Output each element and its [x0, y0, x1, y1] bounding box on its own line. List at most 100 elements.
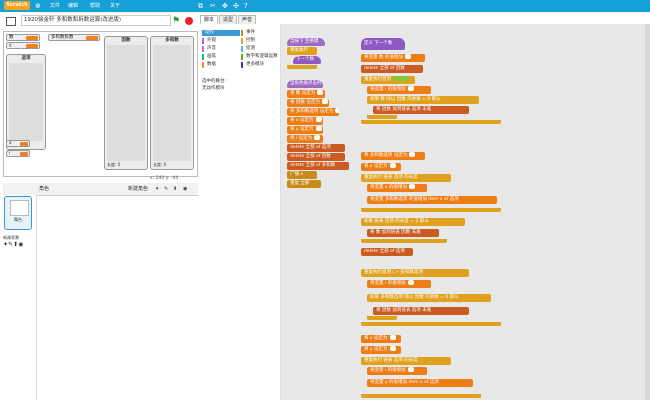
- category-pen[interactable]: 画笔: [202, 54, 240, 60]
- list-title: 选项: [21, 56, 31, 61]
- upload-sprite-icon[interactable]: ⬆: [173, 183, 177, 195]
- forever-block[interactable]: 重复执行: [287, 47, 317, 55]
- category-sensing[interactable]: 侦测: [241, 46, 279, 52]
- category-looks[interactable]: 外观: [202, 38, 240, 44]
- stage-thumbnail[interactable]: 舞台: [4, 196, 32, 230]
- if-block[interactable]: 如果 链表 选项 的长度 = 2 那么: [361, 218, 465, 226]
- monitor-multi: 多和数拆数: [48, 34, 100, 41]
- fullscreen-icon[interactable]: [6, 17, 16, 26]
- scrollbar[interactable]: [645, 24, 650, 400]
- category-more[interactable]: 更多模块: [241, 62, 279, 68]
- palette-note: 无动作模块: [202, 86, 225, 91]
- repeat-until-block[interactable]: 重复执行直到: [361, 76, 415, 84]
- monitor-label: 多和数拆数: [51, 35, 74, 40]
- block-text: 将 y 设定为: [290, 127, 314, 132]
- block-text: 将 多和数选项 设定为: [290, 109, 334, 114]
- set-block[interactable]: 将 y 设定为: [287, 126, 323, 134]
- set-block[interactable]: 将 x 设定为: [287, 117, 323, 125]
- delete-list-block[interactable]: delete 全部 of 选项: [361, 248, 413, 256]
- set-block[interactable]: 将 x 设定为: [361, 163, 401, 171]
- set-block[interactable]: 将 i 设定为: [287, 135, 323, 143]
- globe-icon[interactable]: ⊕: [35, 0, 41, 12]
- set-block[interactable]: 将 多和数选项 设定为: [287, 108, 339, 116]
- list-monitor-factors: 因数 长度: 0: [104, 36, 148, 170]
- paint-sprite-icon[interactable]: ✎: [164, 183, 168, 195]
- stage[interactable]: 数 多和数拆数 y 选项 长度: 0 因数 长度: 0 多和数 长度: 0 x …: [3, 31, 198, 177]
- monitor-x: x: [6, 140, 30, 147]
- project-title-input[interactable]: 1920徐金轩 多和数和拆数运算(改进版): [21, 15, 171, 26]
- category-data[interactable]: 数据: [202, 62, 240, 68]
- delete-list-block[interactable]: delete 全部 of 选项: [287, 144, 345, 152]
- c-block-end: [367, 115, 397, 119]
- list-title: 因数: [121, 38, 131, 43]
- sprite-library-icon[interactable]: ✦: [155, 183, 159, 195]
- set-block[interactable]: 将 数 设定为: [287, 90, 325, 98]
- repeat-until-block[interactable]: 重复执行直到 i > 多和数选项: [361, 269, 469, 277]
- block-text: 重复执行直到: [364, 77, 391, 82]
- repeat-block[interactable]: 重复执行 链表 选项 的长度: [361, 357, 451, 365]
- change-block[interactable]: 将变量 y 的值增加 item x of 选项: [367, 379, 473, 387]
- category-motion[interactable]: 动作: [202, 30, 240, 36]
- add-to-list-block[interactable]: 将 数 加到链表 因数 末尾: [367, 229, 439, 237]
- list-monitor-options: 选项 长度: 0: [6, 54, 46, 150]
- c-block-end: [361, 120, 501, 124]
- sprites-title: 角色: [39, 186, 50, 192]
- c-block-end: [287, 65, 317, 69]
- set-block[interactable]: 将 因数 设定为: [287, 99, 329, 107]
- delete-list-block[interactable]: delete 全部 of 因数: [287, 153, 345, 161]
- add-to-list-block[interactable]: 将 因数 加到链表 选项 末尾: [373, 307, 469, 315]
- change-block[interactable]: 将变量 i 的值增加: [367, 367, 427, 375]
- stop-icon[interactable]: [185, 17, 193, 25]
- category-control[interactable]: 控制: [241, 38, 279, 44]
- menu-help[interactable]: 帮助: [90, 0, 100, 12]
- monitor-label: i: [9, 151, 11, 156]
- category-operators[interactable]: 数字和逻辑运算: [241, 54, 279, 60]
- backdrop-tools-icon[interactable]: ✦✎⬆◉: [3, 241, 23, 248]
- help-icon[interactable]: ?: [244, 0, 248, 12]
- block-text: 将变量 数 的值增加: [364, 55, 403, 60]
- add-to-list-block[interactable]: 将 因数 加到链表 选项 末尾: [373, 106, 469, 114]
- change-block[interactable]: 将变量 数 的值增加: [361, 54, 425, 62]
- broadcast-block[interactable]: 重复 全部: [287, 180, 321, 188]
- set-block[interactable]: 将 多和数选项 设定为: [361, 152, 425, 160]
- repeat-block[interactable]: 重复执行 链表 选项 的长度: [361, 174, 451, 182]
- change-block[interactable]: 将变量 多和数选项 的值增加 item x of 选项: [367, 196, 497, 204]
- tab-sounds[interactable]: 声音: [238, 15, 256, 24]
- tab-costumes[interactable]: 造型: [219, 15, 237, 24]
- menu-file[interactable]: 文件: [50, 0, 60, 12]
- set-block[interactable]: 将 x 设定为: [361, 335, 401, 343]
- hat-block[interactable]: 当角色被点击时: [287, 80, 323, 88]
- delete-icon[interactable]: ✂: [210, 0, 216, 12]
- monitor-label: x: [9, 141, 12, 146]
- if-block[interactable]: 如果 多和数选项 除以 因数 的余数 = 0 那么: [367, 294, 491, 302]
- duplicate-icon[interactable]: ⧉: [198, 0, 203, 12]
- script-area[interactable]: 当按下 空格键 重复执行 下一个数 当角色被点击时 将 数 设定为 将 因数 设…: [281, 24, 650, 400]
- change-block[interactable]: 将变量 i 的值增加: [367, 86, 431, 94]
- monitor-label: y: [9, 43, 12, 48]
- top-menu-bar: Scratch ⊕ 文件 编辑 帮助 关于 ⧉ ✂ ✥ ✣ ?: [0, 0, 650, 12]
- block-text: 将 i 设定为: [290, 136, 313, 141]
- change-block[interactable]: 将变量 i 的值增加: [367, 280, 431, 288]
- category-events[interactable]: 事件: [241, 30, 279, 36]
- green-flag-icon[interactable]: ⚑: [172, 16, 180, 26]
- menu-edit[interactable]: 编辑: [68, 0, 78, 12]
- list-length: 长度: 0: [107, 162, 121, 167]
- hat-block[interactable]: 当按下 空格键: [287, 38, 325, 46]
- stage-label: 舞台: [14, 217, 22, 222]
- block-text: 将变量 i 的值增加: [370, 368, 406, 373]
- scratch-logo[interactable]: Scratch: [4, 1, 30, 10]
- change-block[interactable]: 将变量 x 的值增加: [367, 184, 427, 192]
- define-block[interactable]: 定义 下一个数: [361, 38, 405, 50]
- set-block[interactable]: 将 y 设定为: [361, 346, 401, 354]
- menu-about[interactable]: 关于: [110, 0, 120, 12]
- category-sound[interactable]: 声音: [202, 46, 240, 52]
- custom-block[interactable]: 下一个数: [293, 56, 321, 64]
- delete-list-block[interactable]: delete 全部 of 多和数: [287, 162, 349, 170]
- shrink-icon[interactable]: ✣: [233, 0, 239, 12]
- camera-icon[interactable]: ◉: [183, 183, 187, 195]
- grow-icon[interactable]: ✥: [222, 0, 228, 12]
- tab-scripts[interactable]: 脚本: [200, 15, 218, 24]
- delete-list-block[interactable]: delete 全部 of 因数: [361, 65, 423, 73]
- if-block[interactable]: 如果 数 除以 因数 的余数 = 0 那么: [367, 96, 479, 104]
- broadcast-block[interactable]: 广播 x: [287, 171, 317, 179]
